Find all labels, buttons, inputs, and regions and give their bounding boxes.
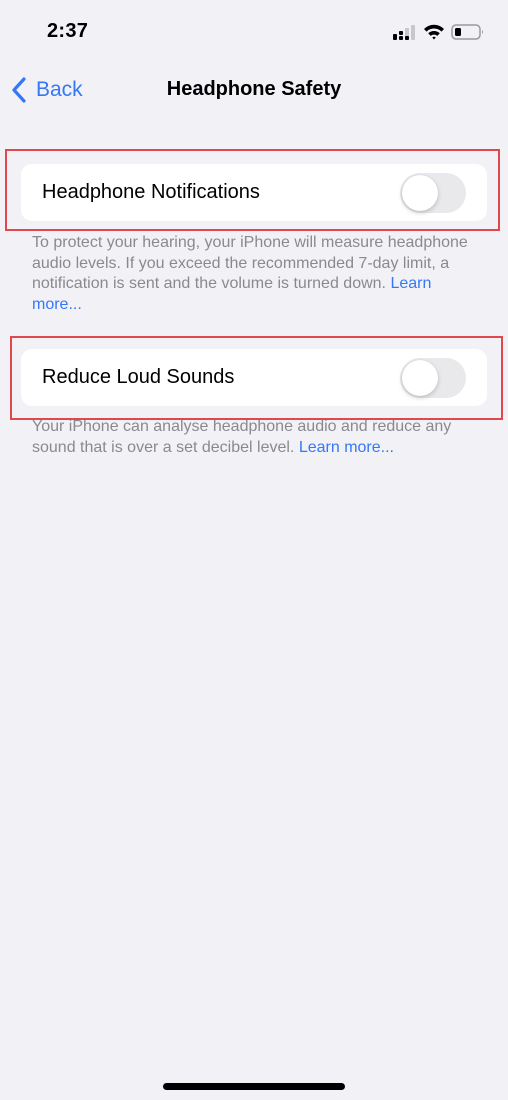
headphone-notifications-label: Headphone Notifications [42, 181, 260, 203]
reduce-loud-sounds-footer: Your iPhone can analyse headphone audio … [32, 417, 477, 458]
navigation-bar: Back Headphone Safety [0, 70, 508, 110]
wifi-icon [424, 24, 444, 40]
battery-icon [451, 24, 483, 40]
status-time: 2:37 [47, 20, 89, 42]
toggle-knob [402, 360, 438, 396]
reduce-loud-sounds-row: Reduce Loud Sounds [21, 349, 487, 406]
toggle-knob [402, 175, 438, 211]
headphone-notifications-toggle[interactable] [400, 173, 466, 213]
cellular-signal-icon [393, 25, 415, 40]
learn-more-link[interactable]: Learn more... [299, 439, 394, 456]
home-indicator[interactable] [163, 1083, 345, 1090]
page-title: Headphone Safety [166, 78, 342, 100]
reduce-loud-sounds-label: Reduce Loud Sounds [42, 366, 235, 388]
headphone-notifications-footer: To protect your hearing, your iPhone wil… [32, 233, 477, 316]
status-bar: 2:37 [0, 0, 508, 60]
reduce-loud-sounds-toggle[interactable] [400, 358, 466, 398]
headphone-notifications-row: Headphone Notifications [21, 164, 487, 221]
